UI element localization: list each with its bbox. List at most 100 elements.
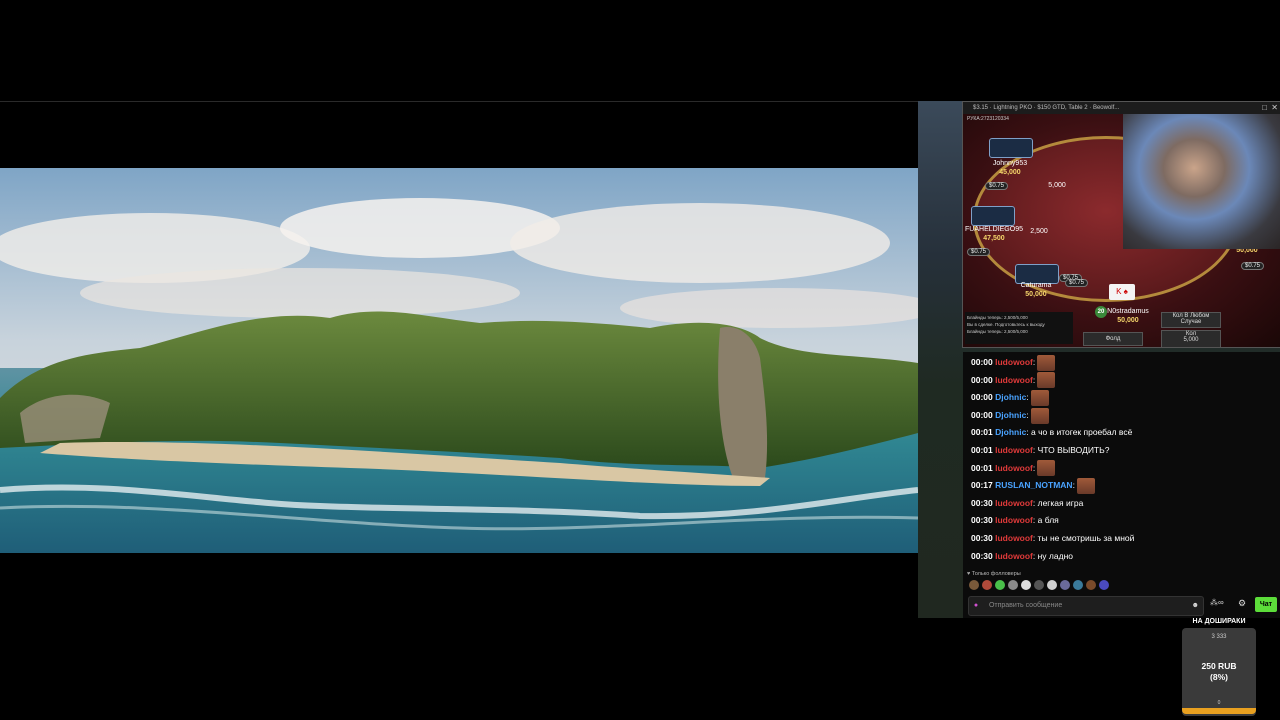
- poker-window-title: $3.15 · Lightning PKO · $150 GTD, Table …: [963, 102, 1280, 114]
- followers-only-label: Только фолловеры: [971, 571, 1021, 577]
- timer-badge: 20: [1095, 306, 1107, 318]
- emote-icon[interactable]: [1034, 580, 1044, 590]
- emoji-icon[interactable]: ☻: [1192, 597, 1199, 615]
- chat-timestamp: 00:00: [971, 357, 993, 367]
- chat-emote-icon: [1037, 372, 1056, 389]
- chat-timestamp: 00:17: [971, 480, 993, 491]
- heart-icon: ♥: [967, 571, 971, 577]
- chat-message-text: :: [1032, 374, 1036, 385]
- seat-name: Caturama: [1020, 282, 1052, 289]
- donation-current: 0: [1217, 700, 1221, 706]
- chat-username[interactable]: Djohnic: [995, 427, 1026, 437]
- chat-message-text: :: [1072, 480, 1075, 491]
- chat-message-text: : а бля: [1032, 515, 1059, 526]
- chat-message-text: :: [1032, 462, 1036, 473]
- chat-username[interactable]: ludowoof: [995, 498, 1033, 508]
- seat-stack: 45,000: [999, 169, 1021, 176]
- bounty-chip: $0.75: [985, 182, 1009, 190]
- chat-message: 00:30 ludowoof: легкая игра: [971, 495, 1083, 511]
- donation-title: НА ДОШИРАКИ: [1192, 618, 1246, 625]
- fold-button[interactable]: Фолд: [1083, 332, 1143, 346]
- donation-progress-bar: [1182, 708, 1256, 714]
- bounty-chip: $0.75: [1241, 262, 1265, 270]
- chat-message: 00:17 RUSLAN_NOTMAN:: [971, 477, 1095, 494]
- chat-username[interactable]: Djohnic: [995, 392, 1026, 402]
- chat-message: 00:30 ludowoof: а бля: [971, 512, 1059, 528]
- points-icon[interactable]: ⁂∞: [1210, 598, 1224, 607]
- chat-send-button[interactable]: Чат: [1255, 597, 1277, 612]
- emote-icon[interactable]: [1073, 580, 1083, 590]
- emote-icon[interactable]: [1086, 580, 1096, 590]
- chat-input[interactable]: ● Отправить сообщение ☻: [968, 596, 1204, 616]
- webcam-overlay: [1123, 114, 1280, 249]
- game-log: Блайнды теперь: 2,500/5,000 Вы в сделке.…: [965, 312, 1073, 344]
- chat-timestamp: 00:01: [971, 462, 993, 473]
- chat-message: 00:00 Djohnic:: [971, 389, 1049, 406]
- donation-amount: 250 RUB: [1201, 661, 1237, 671]
- chat-timestamp: 00:30: [971, 550, 993, 561]
- chat-username[interactable]: ludowoof: [995, 533, 1033, 543]
- chat-username[interactable]: Djohnic: [995, 410, 1026, 420]
- emote-icon[interactable]: [995, 580, 1005, 590]
- call-button[interactable]: Кол 5,000: [1161, 330, 1221, 347]
- emote-icon[interactable]: [982, 580, 992, 590]
- pot-mid: 2,500: [1030, 228, 1048, 235]
- emote-icon[interactable]: [969, 580, 979, 590]
- gear-icon[interactable]: ⚙: [1238, 598, 1246, 609]
- chat-emote-icon: [1076, 477, 1095, 494]
- close-icon[interactable]: ✕: [1271, 102, 1278, 114]
- call-any-button[interactable]: Кол В Любом Случае: [1161, 312, 1221, 328]
- chat-timestamp: 00:30: [971, 515, 993, 526]
- pot-top: 5,000: [1048, 182, 1066, 189]
- emote-icon[interactable]: [1021, 580, 1031, 590]
- seat-stack: 50,000: [1025, 291, 1047, 298]
- followers-only-notice: ♥ Только фолловеры: [967, 571, 1021, 577]
- chat-username[interactable]: ludowoof: [995, 375, 1033, 385]
- emote-icon[interactable]: [1008, 580, 1018, 590]
- main-video-player[interactable]: [0, 101, 918, 619]
- chat-emote-icon: [1030, 389, 1049, 406]
- chat-message-text: : легкая игра: [1032, 497, 1084, 508]
- seat-name: FUAHELDIEGO95: [965, 226, 1023, 233]
- hero-cards: K ♠: [1109, 284, 1135, 300]
- emote-icon[interactable]: [1099, 580, 1109, 590]
- chat-timestamp: 00:00: [971, 392, 993, 403]
- seat-card: [971, 206, 1015, 226]
- chat-emote-icon: [1037, 460, 1056, 477]
- chat-message: 00:30 ludowoof: ну ладно: [971, 548, 1073, 564]
- chat-timestamp: 00:30: [971, 533, 993, 543]
- emote-bar: [969, 580, 1109, 592]
- chat-username[interactable]: ludowoof: [995, 551, 1033, 561]
- chat-emote-icon: [1037, 354, 1056, 371]
- chat-username[interactable]: RUSLAN_NOTMAN: [995, 480, 1072, 490]
- chat-timestamp: 00:01: [971, 445, 993, 455]
- chat-message-text: : а чо в итогек проебал всё: [1026, 427, 1133, 438]
- maximize-icon[interactable]: □: [1262, 102, 1267, 114]
- donation-percent: (8%): [1210, 672, 1228, 682]
- chat-timestamp: 00:00: [971, 374, 993, 385]
- chat-username[interactable]: ludowoof: [995, 515, 1033, 525]
- poker-table: РУКА:2723120334 Johnny953 45,000 $0.75 F…: [963, 114, 1280, 347]
- chat-message-text: :: [1026, 392, 1029, 403]
- chat-timestamp: 00:01: [971, 427, 993, 438]
- mic-icon[interactable]: ●: [969, 597, 983, 615]
- chat-username[interactable]: ludowoof: [995, 463, 1033, 473]
- chat-username[interactable]: ludowoof: [995, 357, 1033, 367]
- log-line: Блайнды теперь: 2,500/5,000: [967, 315, 1028, 320]
- chat-username[interactable]: ludowoof: [995, 445, 1033, 455]
- chat-message: 00:00 Djohnic:: [971, 407, 1049, 424]
- chat-panel: 00:00 ludowoof: 00:00 ludowoof: 00:00 Djoh…: [963, 352, 1280, 618]
- chat-message: 00:30 ludowoof: ты не смотришь за мной: [971, 530, 1134, 546]
- chat-emote-icon: [1030, 407, 1049, 424]
- donation-goal: 3 333: [1211, 634, 1227, 640]
- poker-client-window[interactable]: $3.15 · Lightning PKO · $150 GTD, Table …: [962, 101, 1280, 348]
- chat-message-text: :: [1026, 409, 1029, 420]
- chat-timestamp: 00:00: [971, 409, 993, 420]
- chat-message-text: : ну ладно: [1032, 550, 1073, 561]
- emote-icon[interactable]: [1047, 580, 1057, 590]
- chat-message-text: :: [1032, 357, 1036, 367]
- call-amount: 5,000: [1183, 337, 1199, 343]
- chat-message-text: : ЧТО ВЫВОДИТЬ?: [1032, 445, 1110, 455]
- emote-icon[interactable]: [1060, 580, 1070, 590]
- donation-goal-widget: НА ДОШИРАКИ 3 333 250 RUB (8%) 0: [1180, 618, 1258, 718]
